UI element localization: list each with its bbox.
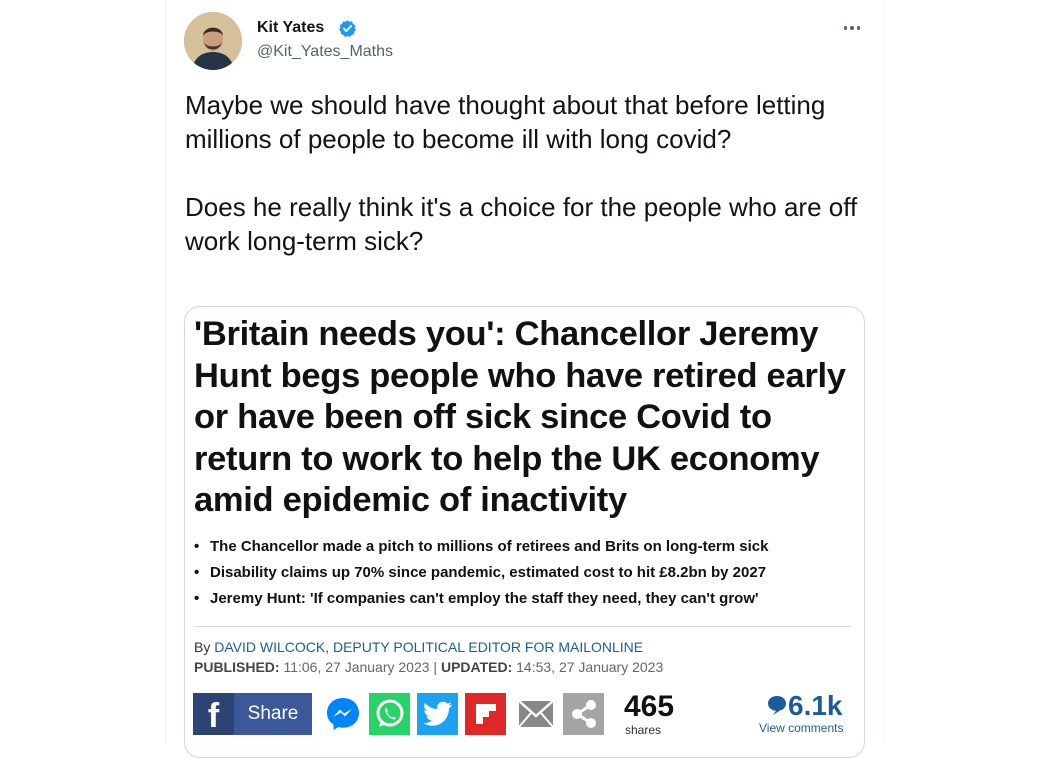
list-item: • The Chancellor made a pitch to millions… xyxy=(194,538,769,555)
avatar[interactable] xyxy=(184,12,242,70)
email-share-button[interactable] xyxy=(515,693,556,735)
twitter-share-button[interactable] xyxy=(417,693,458,735)
bullet-text: The Chancellor made a pitch to millions … xyxy=(210,538,769,555)
bullet-text: Jeremy Hunt: 'If companies can't employ … xyxy=(210,590,759,607)
tweet-paragraph: Maybe we should have thought about that … xyxy=(185,90,826,154)
article-dates: PUBLISHED: 11:06, 27 January 2023 | UPDA… xyxy=(194,657,663,677)
published-label: PUBLISHED: xyxy=(194,659,280,675)
facebook-icon: f xyxy=(193,693,234,735)
comment-count-value: 6.1k xyxy=(788,690,843,721)
published-date: 11:06, 27 January 2023 | xyxy=(279,659,441,675)
facebook-share-button[interactable]: f Share xyxy=(193,693,312,735)
more-options-icon[interactable] xyxy=(840,16,864,40)
messenger-icon xyxy=(326,698,359,730)
author-handle[interactable]: @Kit_Yates_Maths xyxy=(257,43,393,61)
messenger-share-button[interactable] xyxy=(322,693,363,735)
flipboard-share-button[interactable] xyxy=(465,693,506,735)
verified-badge-icon xyxy=(339,20,356,37)
flipboard-icon xyxy=(475,704,496,724)
byline-prefix: By xyxy=(194,639,215,655)
whatsapp-share-button[interactable] xyxy=(369,693,410,735)
updated-date: 14:53, 27 January 2023 xyxy=(512,659,664,675)
divider xyxy=(194,626,852,627)
shares-label: shares xyxy=(625,723,662,737)
share-count: 465 xyxy=(624,690,675,723)
bullet-text: Disability claims up 70% since pandemic,… xyxy=(210,564,767,581)
comment-count[interactable]: 6.1k xyxy=(766,690,843,722)
tweet-text: Maybe we should have thought about that … xyxy=(185,88,865,292)
email-icon xyxy=(517,700,554,728)
article-author-link[interactable]: DAVID WILCOCK, DEPUTY POLITICAL EDITOR F… xyxy=(214,639,643,655)
twitter-icon xyxy=(422,701,452,726)
list-item: • Jeremy Hunt: 'If companies can't employ… xyxy=(194,590,759,607)
updated-label: UPDATED: xyxy=(440,659,513,675)
whatsapp-icon xyxy=(376,699,403,727)
tweet-paragraph: Does he really think it's a choice for t… xyxy=(185,192,858,256)
facebook-share-label: Share xyxy=(247,703,299,724)
article-headline[interactable]: 'Britain needs you': Chancellor Jeremy H… xyxy=(194,314,854,522)
list-item: • Disability claims up 70% since pandemic… xyxy=(194,564,767,581)
more-share-button[interactable] xyxy=(563,693,604,735)
share-icon xyxy=(571,700,596,728)
byline: By DAVID WILCOCK, DEPUTY POLITICAL EDITO… xyxy=(194,637,643,657)
author-name[interactable]: Kit Yates xyxy=(257,19,324,37)
view-comments-link[interactable]: View comments xyxy=(759,721,843,735)
comment-bubble-icon xyxy=(768,696,786,715)
article-bullets: • The Chancellor made a pitch to millions… xyxy=(194,534,854,612)
